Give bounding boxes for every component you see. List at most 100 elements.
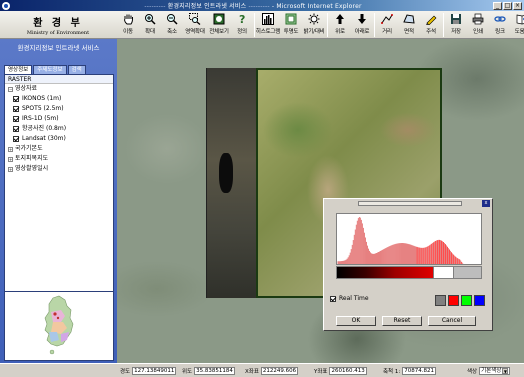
tool-brightness-button[interactable]: 밝기/대비 (302, 11, 326, 39)
layer-group-label: 영상자료 (15, 85, 38, 92)
tool-move-up-button[interactable]: 위로 (329, 11, 351, 39)
minimize-button[interactable]: _ (493, 1, 502, 10)
window-title-text: 환경지리정보 인트라넷 서비스 (167, 3, 247, 10)
logo-korean: 환 경 부 (33, 18, 83, 29)
reset-button[interactable]: Reset (382, 316, 422, 326)
aerial-image-strip (206, 68, 258, 298)
layer-checkbox[interactable] (13, 126, 19, 132)
ok-button[interactable]: OK (336, 316, 376, 326)
reservoir-feature (219, 153, 233, 193)
swatch-green[interactable] (461, 295, 472, 306)
maximize-button[interactable]: □ (503, 1, 512, 10)
layer-checkbox[interactable] (13, 96, 19, 102)
expand-icon[interactable]: + (8, 156, 13, 162)
toolbar: 이동 확대 축소 영역확대 전체보기 ? 정의 히스토그램 투명도 밝기/대비 … (117, 11, 524, 39)
scale-field: 축척 1: 70874.821 (383, 367, 436, 375)
tool-transparency-button[interactable]: 투명도 (280, 11, 302, 39)
x-label: X좌표 (245, 369, 259, 375)
header: 환 경 부 Ministry of Environment 이동 확대 축소 영… (0, 11, 524, 39)
layer-item-irs1d[interactable]: IRS-1D (5m) (5, 114, 113, 124)
latitude-value: 35.83851184 (194, 367, 235, 375)
layer-label: 항공사진 (0.8m) (22, 125, 67, 132)
layer-label: IKONOS (1m) (22, 95, 62, 102)
layer-checkbox[interactable] (13, 136, 19, 142)
realtime-checkbox[interactable] (330, 295, 336, 302)
tool-print-button[interactable]: 인쇄 (467, 11, 489, 39)
histogram-plot[interactable] (336, 213, 482, 265)
toolbar-separator (327, 13, 328, 37)
collapse-icon[interactable]: − (8, 86, 13, 92)
layer-checkbox[interactable] (13, 116, 19, 122)
transparency-icon (285, 13, 297, 25)
realtime-toggle[interactable]: Real Time (330, 295, 369, 302)
tool-pan-button[interactable]: 이동 (117, 11, 139, 39)
browser-name: - Microsoft Internet Explorer (271, 3, 362, 10)
tab-search[interactable]: 검색 (67, 65, 86, 74)
layer-group-capture-date[interactable]: + 영상촬영일시 (5, 164, 113, 174)
layer-group-basemap[interactable]: + 국가기본도 (5, 144, 113, 154)
tool-histogram-button[interactable]: 히스토그램 (256, 11, 280, 39)
color-select[interactable]: 기본색상 ▼ (479, 367, 511, 375)
longitude-value: 127.13849011 (132, 367, 177, 375)
layer-item-ikonos[interactable]: IKONOS (1m) (5, 94, 113, 104)
tool-label: 거리 (382, 29, 392, 35)
tool-label: 도움말 (514, 29, 524, 35)
logo-english: Ministry of Environment (26, 30, 90, 36)
tool-link-button[interactable]: 링크 (489, 11, 511, 39)
color-ramp[interactable] (336, 266, 434, 279)
latitude-field: 위도 35.83851184 (182, 367, 235, 375)
print-icon (472, 13, 484, 25)
layer-group-imagery[interactable]: − 영상자료 (5, 84, 113, 94)
swatch-red[interactable] (448, 295, 459, 306)
layer-label: SPOT5 (2.5m) (22, 105, 64, 112)
tool-label: 인쇄 (473, 29, 483, 35)
tool-label: 영역확대 (185, 29, 205, 35)
close-button[interactable]: × (513, 1, 522, 10)
layer-item-spot5[interactable]: SPOT5 (2.5m) (5, 104, 113, 114)
layer-item-aerial-photo[interactable]: 항공사진 (0.8m) (5, 124, 113, 134)
layer-header: RASTER (5, 75, 113, 84)
sidebar-tabs: 영상정보 주제도정보 검색 (4, 65, 86, 74)
tool-distance-button[interactable]: 거리 (376, 11, 398, 39)
brightness-icon (308, 13, 320, 25)
dialog-titlebar[interactable]: x (324, 199, 492, 208)
zoom-out-icon (166, 13, 178, 25)
tool-label: 위로 (335, 29, 345, 35)
ministry-logo: 환 경 부 Ministry of Environment (0, 11, 116, 39)
dialog-drag-handle[interactable] (358, 201, 462, 206)
save-icon (450, 13, 462, 25)
latitude-label: 위도 (182, 369, 193, 375)
tool-help-book-button[interactable]: 도움말 (511, 11, 524, 39)
color-label: 색상 (467, 369, 478, 375)
tool-help-button[interactable]: ? 정의 (231, 11, 253, 39)
layer-label: Landsat (30m) (22, 135, 66, 142)
layer-group-landcover[interactable]: + 토지피복지도 (5, 154, 113, 164)
title-dashes: --------- (248, 3, 270, 10)
dialog-close-button[interactable]: x (482, 200, 490, 207)
tool-zoom-out-button[interactable]: 축소 (161, 11, 183, 39)
tool-zoom-area-button[interactable]: 영역확대 (183, 11, 207, 39)
toolbar-separator (443, 13, 444, 37)
tool-annotation-button[interactable]: 주석 (420, 11, 442, 39)
swatch-blue[interactable] (474, 295, 485, 306)
expand-icon[interactable]: + (8, 146, 13, 152)
tool-label: 주석 (426, 29, 436, 35)
tool-full-extent-button[interactable]: 전체보기 (207, 11, 231, 39)
tool-label: 면적 (404, 29, 414, 35)
cancel-button[interactable]: Cancel (428, 316, 476, 326)
layer-checkbox[interactable] (13, 106, 19, 112)
tool-area-button[interactable]: 면적 (398, 11, 420, 39)
dialog-buttons: OK Reset Cancel (336, 316, 476, 326)
tab-theme-info[interactable]: 주제도정보 (33, 65, 67, 74)
swatch-gray[interactable] (435, 295, 446, 306)
tool-zoom-in-button[interactable]: 확대 (139, 11, 161, 39)
overview-map[interactable] (4, 291, 114, 361)
tool-move-down-button[interactable]: 아래로 (351, 11, 373, 39)
zoom-in-icon (144, 13, 156, 25)
tool-label: 아래로 (354, 29, 370, 35)
tab-image-info[interactable]: 영상정보 (4, 65, 33, 74)
expand-icon[interactable]: + (8, 166, 13, 172)
tool-save-button[interactable]: 저장 (445, 11, 467, 39)
layer-item-landsat[interactable]: Landsat (30m) (5, 134, 113, 144)
x-coordinate-field: X좌표 212249.606 (245, 367, 299, 375)
